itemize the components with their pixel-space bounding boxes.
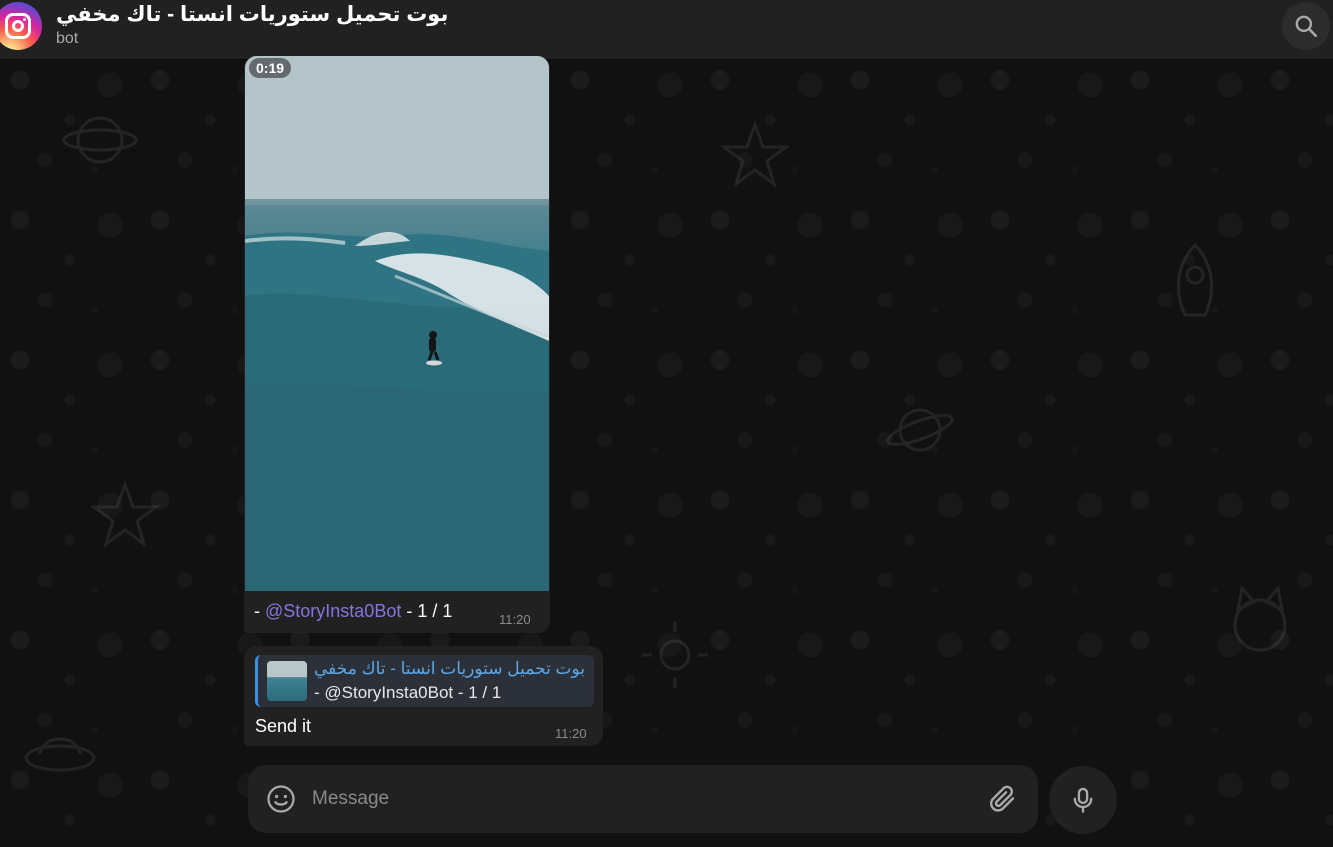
message-time: 11:20 [555,726,587,741]
bot-username-link[interactable]: @StoryInsta0Bot [265,601,401,621]
search-icon [1295,15,1318,38]
message-time: 11:20 [499,612,531,627]
paperclip-icon [990,785,1015,812]
surf-video-frame [245,56,549,591]
caption-prefix: - [254,601,265,621]
sun-doodle-icon [642,622,708,688]
video-duration: 0:19 [249,58,292,78]
cat-doodle-icon [1233,584,1287,652]
chat-title[interactable]: بوت تحميل ستوريات انستا - تاك مخفي [56,2,448,27]
video-caption: - @StoryInsta0Bot - 1 / 1 [254,601,452,622]
reply-quote[interactable]: بوت تحميل ستوريات انستا - تاك مخفي - @St… [255,655,594,707]
ufo-doodle-icon [24,737,96,772]
emoji-button[interactable] [266,784,296,814]
video-message[interactable]: 0:19 - @StoryInsta0Bot - 1 / 1 11:20 [244,56,550,633]
voice-record-button[interactable] [1049,766,1117,834]
message-composer [248,765,1038,833]
video-thumbnail[interactable]: 0:19 [245,56,549,591]
smile-icon [267,785,295,813]
message-input[interactable] [312,783,952,815]
caption-suffix: - 1 / 1 [401,601,453,621]
chat-header[interactable]: بوت تحميل ستوريات انستا - تاك مخفي bot [0,0,1333,60]
attach-button[interactable] [988,784,1018,814]
reply-title: بوت تحميل ستوريات انستا - تاك مخفي [314,659,586,678]
reply-text: - @StoryInsta0Bot - 1 / 1 [314,683,502,702]
reply-message[interactable]: بوت تحميل ستوريات انستا - تاك مخفي - @St… [244,646,603,746]
reply-thumbnail [267,661,307,701]
star-doodle-icon [90,480,160,548]
star-doodle-icon [720,120,790,188]
planet-doodle-icon [886,408,954,452]
instagram-icon[interactable] [0,2,42,50]
chat-wallpaper [0,60,1333,847]
microphone-icon [1073,787,1093,813]
rocket-doodle-icon [1176,242,1214,317]
chat-status: bot [56,30,79,47]
planet-doodle-icon [62,116,138,164]
message-text: Send it [255,716,312,736]
search-button[interactable] [1282,2,1330,50]
